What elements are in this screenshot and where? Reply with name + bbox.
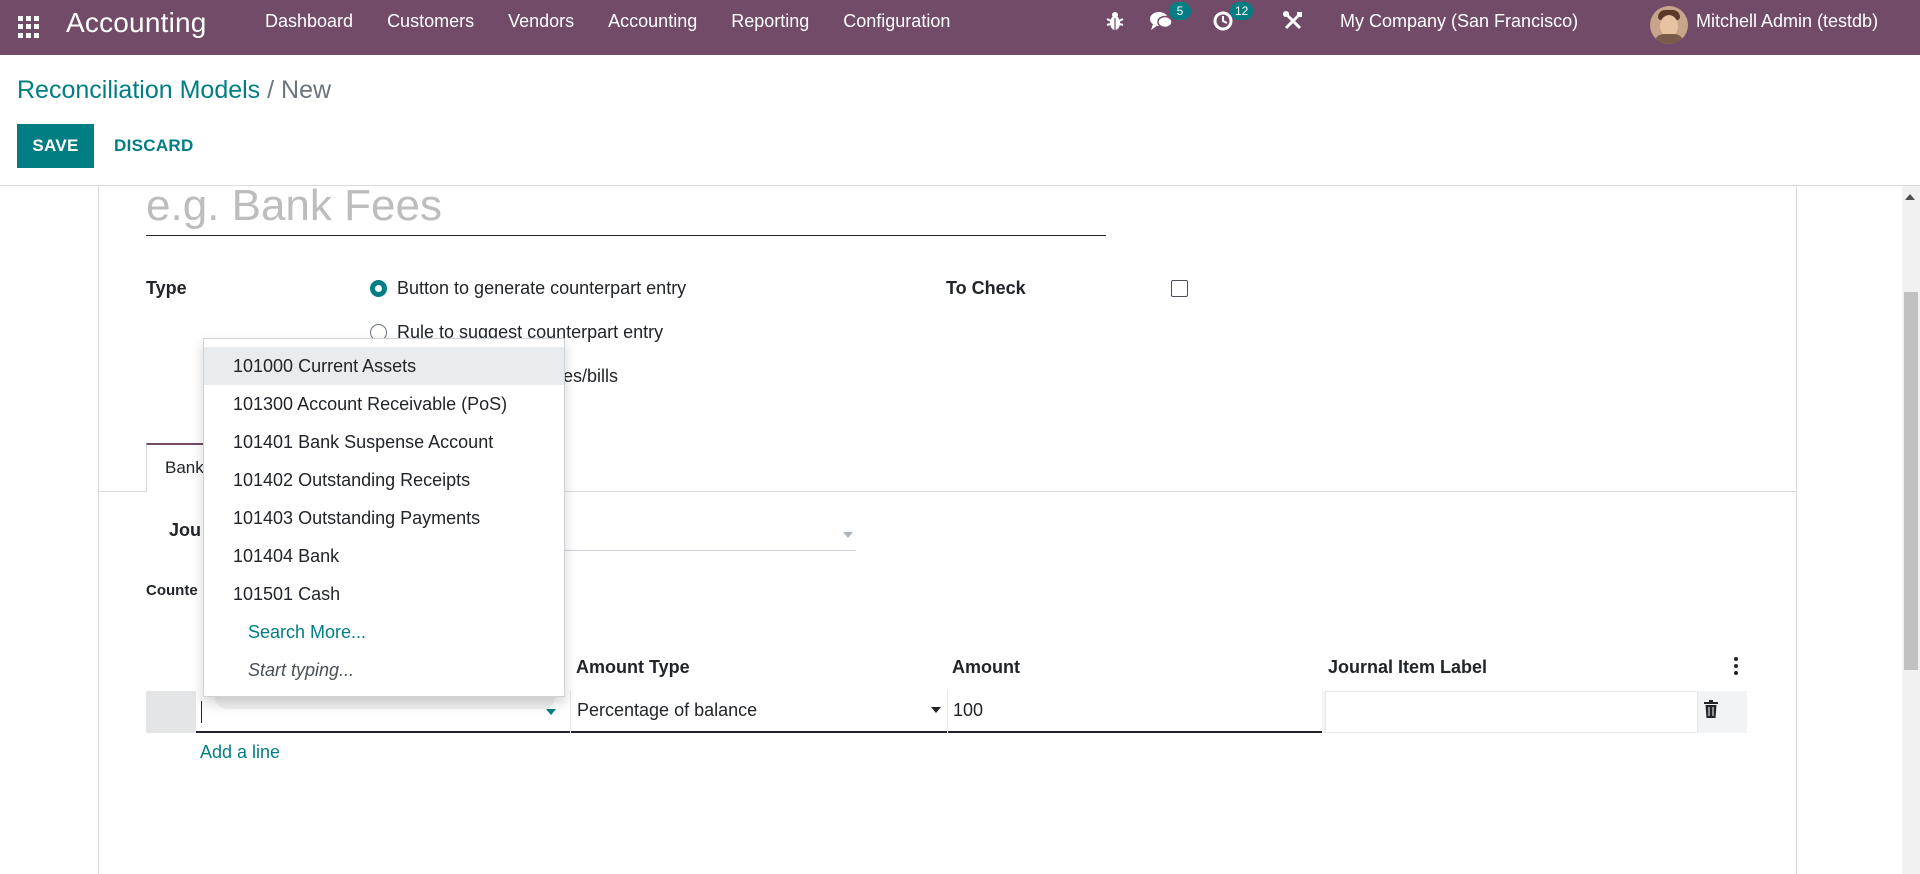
menu-customers[interactable]: Customers	[370, 0, 491, 55]
journals-caret-icon[interactable]	[843, 532, 853, 538]
apps-grid-icon[interactable]	[18, 16, 40, 38]
dropdown-option[interactable]: 101401 Bank Suspense Account	[204, 423, 564, 461]
model-name-input[interactable]	[146, 176, 1106, 236]
account-caret-icon[interactable]	[546, 709, 556, 715]
column-separator	[947, 691, 948, 733]
header-amount[interactable]: Amount	[952, 657, 1020, 678]
type-label: Type	[146, 278, 187, 298]
row-handle[interactable]	[146, 691, 196, 733]
main-menu: Dashboard Customers Vendors Accounting R…	[248, 0, 967, 55]
sheet-right-border	[1796, 186, 1797, 874]
menu-configuration[interactable]: Configuration	[826, 0, 967, 55]
amount-cell[interactable]: 100	[953, 700, 983, 721]
amount-type-cell[interactable]: Percentage of balance	[577, 700, 757, 721]
counterpart-entries-label: Counte	[146, 582, 198, 599]
top-navbar: Accounting Dashboard Customers Vendors A…	[0, 0, 1920, 55]
dropdown-option[interactable]: 101404 Bank	[204, 537, 564, 575]
scroll-up-arrow-icon[interactable]	[1905, 194, 1915, 200]
sheet-left-border	[98, 186, 99, 874]
activities-count-badge: 12	[1230, 2, 1254, 20]
column-separator	[570, 691, 571, 733]
bug-icon[interactable]	[1102, 10, 1128, 36]
user-avatar[interactable]	[1650, 6, 1688, 44]
tools-icon[interactable]	[1280, 10, 1306, 36]
app-brand[interactable]: Accounting	[66, 7, 207, 39]
to-check-checkbox[interactable]	[1171, 280, 1188, 297]
dropdown-option[interactable]: 101403 Outstanding Payments	[204, 499, 564, 537]
dropdown-option[interactable]: 101501 Cash	[204, 575, 564, 613]
breadcrumb: Reconciliation Models / New	[17, 76, 331, 105]
search-more-link[interactable]: Search More...	[204, 613, 564, 651]
radio-checked[interactable]	[370, 280, 387, 297]
breadcrumb-parent[interactable]: Reconciliation Models	[17, 76, 260, 104]
menu-dashboard[interactable]: Dashboard	[248, 0, 370, 55]
dropdown-option[interactable]: 101000 Current Assets	[204, 347, 564, 385]
discard-button[interactable]: DISCARD	[100, 124, 208, 168]
scrollbar-thumb[interactable]	[1904, 292, 1918, 670]
text-cursor	[201, 701, 202, 723]
journal-item-label-cell[interactable]	[1325, 691, 1698, 733]
journals-label: Jou	[169, 520, 202, 540]
menu-reporting[interactable]: Reporting	[714, 0, 826, 55]
dropdown-option[interactable]: 101300 Account Receivable (PoS)	[204, 385, 564, 423]
amount-type-caret-icon[interactable]	[931, 707, 941, 713]
messages-count-badge: 5	[1169, 2, 1191, 20]
company-switcher[interactable]: My Company (San Francisco)	[1340, 0, 1578, 43]
save-button[interactable]: SAVE	[17, 124, 94, 168]
start-typing-hint: Start typing...	[248, 660, 355, 680]
menu-accounting[interactable]: Accounting	[591, 0, 714, 55]
dropdown-option[interactable]: 101402 Outstanding Receipts	[204, 461, 564, 499]
journals-field[interactable]	[560, 550, 856, 551]
optional-columns-icon[interactable]	[1733, 657, 1739, 677]
account-autocomplete-dropdown: 101000 Current Assets 101300 Account Rec…	[203, 338, 565, 697]
trash-icon[interactable]	[1704, 700, 1718, 718]
add-a-line-link[interactable]: Add a line	[200, 742, 280, 763]
type-option-label: Button to generate counterpart entry	[397, 278, 687, 298]
user-menu[interactable]: Mitchell Admin (testdb)	[1696, 0, 1878, 43]
breadcrumb-current: New	[281, 76, 332, 104]
to-check-label: To Check	[946, 278, 1026, 298]
menu-vendors[interactable]: Vendors	[491, 0, 591, 55]
header-journal-item-label[interactable]: Journal Item Label	[1328, 657, 1487, 678]
dropdown-shadow	[215, 697, 555, 709]
header-amount-type[interactable]: Amount Type	[576, 657, 690, 678]
breadcrumb-separator: /	[267, 76, 275, 104]
